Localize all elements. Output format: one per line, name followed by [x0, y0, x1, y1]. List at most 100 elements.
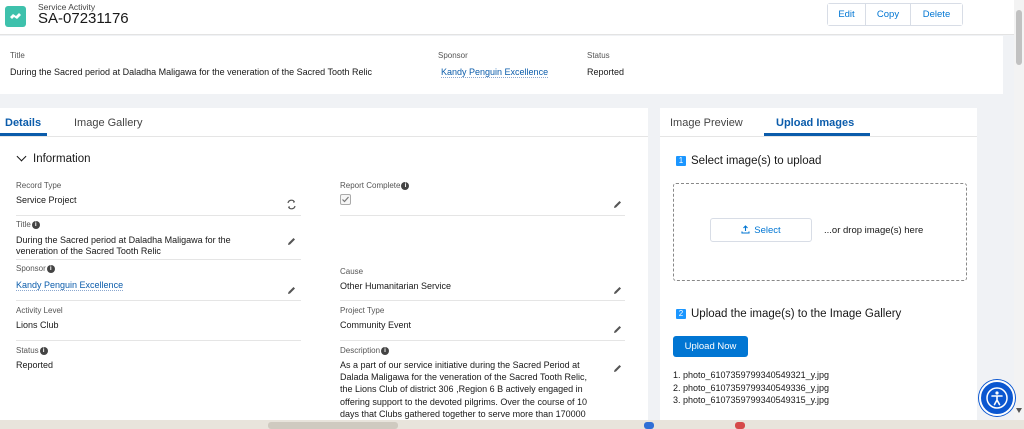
- status-value: Reported: [16, 360, 54, 370]
- description-label-text: Description: [340, 346, 381, 355]
- tab-image-preview[interactable]: Image Preview: [670, 117, 743, 129]
- edit-button[interactable]: Edit: [828, 4, 866, 25]
- tab-image-gallery[interactable]: Image Gallery: [74, 117, 142, 129]
- sponsor-label: Sponsor i: [16, 264, 55, 273]
- info-icon: i: [381, 347, 390, 355]
- status-label-text: Status: [16, 346, 39, 355]
- info-icon: i: [39, 347, 48, 355]
- description-line: offering support to the devoted pilgrims…: [340, 396, 587, 407]
- step-number: 2: [676, 309, 686, 319]
- pencil-icon[interactable]: [612, 324, 623, 335]
- page-scrollbar[interactable]: [1014, 0, 1024, 420]
- image-upload-panel: Image Preview Upload Images 1 Select imag…: [660, 108, 977, 429]
- tab-details[interactable]: Details: [5, 117, 41, 129]
- select-label: Select: [754, 224, 781, 236]
- field-divider: [340, 340, 625, 341]
- info-icon: i: [46, 265, 55, 273]
- project-type-value: Community Event: [340, 320, 412, 330]
- highlight-sponsor-label: Sponsor: [438, 51, 468, 60]
- sponsor-label-text: Sponsor: [16, 264, 46, 273]
- record-type-value: Service Project: [16, 195, 77, 205]
- description-line: the Lions Club of district 306 ,Region 6…: [340, 384, 583, 395]
- cause-label: Cause: [340, 267, 364, 276]
- report-complete-text: Report Complete: [340, 181, 401, 190]
- description-line: days that Clubs gathered together to ser…: [340, 408, 586, 419]
- tab-upload-images[interactable]: Upload Images: [776, 117, 854, 129]
- list-item: 1. photo_6107359799340549321_y.jpg: [673, 370, 829, 380]
- active-tab-indicator: [0, 133, 47, 136]
- details-panel: Details Image Gallery Information Record…: [0, 108, 648, 429]
- active-tab-indicator: [764, 133, 870, 136]
- info-icon: i: [401, 182, 410, 190]
- record-name: SA-07231176: [38, 10, 129, 27]
- project-type-label: Project Type: [340, 306, 385, 315]
- title-label-text: Title: [16, 220, 31, 229]
- pencil-icon[interactable]: [286, 285, 297, 296]
- title-label: Title i: [16, 220, 40, 229]
- cause-value: Other Humanitarian Service: [340, 281, 452, 291]
- report-complete-label: Report Complete i: [340, 181, 410, 190]
- field-divider: [16, 259, 301, 260]
- chevron-down-icon: [16, 151, 27, 162]
- taskbar-search[interactable]: [268, 422, 398, 429]
- header-button-group: Edit Copy Delete: [827, 3, 963, 26]
- highlight-status-value: Reported: [587, 67, 625, 77]
- information-section-header[interactable]: Information: [16, 151, 91, 165]
- field-divider: [340, 300, 625, 301]
- field-divider: [16, 340, 301, 341]
- step-number: 1: [676, 156, 686, 166]
- details-tabs: Details Image Gallery: [0, 108, 648, 137]
- highlight-sponsor-link[interactable]: Kandy Penguin Excellence: [441, 67, 549, 78]
- description-value: As a part of our service initiative duri…: [340, 359, 587, 420]
- accessibility-icon: [986, 387, 1008, 409]
- activity-level-value: Lions Club: [16, 320, 59, 330]
- os-taskbar: [0, 420, 1024, 429]
- image-drop-zone[interactable]: Select ...or drop image(s) here: [673, 183, 967, 281]
- taskbar-app-icon[interactable]: [735, 422, 745, 429]
- pencil-icon[interactable]: [286, 236, 297, 247]
- pencil-icon[interactable]: [612, 199, 623, 210]
- refresh-icon[interactable]: [286, 199, 297, 210]
- select-images-button[interactable]: Select: [710, 218, 812, 242]
- highlight-title-label: Title: [10, 51, 25, 60]
- step-2-text: Upload the image(s) to the Image Gallery: [691, 308, 902, 320]
- list-item: 2. photo_6107359799340549336_y.jpg: [673, 382, 829, 393]
- info-icon: i: [31, 221, 40, 229]
- delete-button[interactable]: Delete: [911, 4, 962, 25]
- pencil-icon[interactable]: [612, 285, 623, 296]
- field-divider: [16, 300, 301, 301]
- upload-icon: [741, 224, 750, 234]
- step-1-text: Select image(s) to upload: [691, 155, 822, 167]
- title-value: During the Sacred period at Daladha Mali…: [16, 235, 231, 257]
- record-header: Service Activity SA-07231176 Edit Copy D…: [0, 0, 1014, 35]
- step-2-heading: 2 Upload the image(s) to the Image Galler…: [676, 308, 901, 320]
- service-activity-icon: [5, 6, 26, 27]
- file-list: 1. photo_6107359799340549321_y.jpg 2. ph…: [673, 369, 829, 407]
- field-divider: [340, 215, 625, 216]
- title-value-line: veneration of the Sacred Tooth Relic: [16, 246, 161, 256]
- image-tabs: Image Preview Upload Images: [660, 108, 977, 137]
- copy-button[interactable]: Copy: [866, 4, 911, 25]
- report-complete-checkbox: [340, 194, 351, 205]
- accessibility-button[interactable]: [979, 380, 1015, 416]
- status-label: Status i: [16, 346, 48, 355]
- highlight-status-label: Status: [587, 51, 610, 60]
- title-value-line: During the Sacred period at Daladha Mali…: [16, 235, 231, 245]
- description-label: Description i: [340, 346, 390, 355]
- pencil-icon[interactable]: [612, 363, 623, 374]
- scroll-down-arrow[interactable]: [1016, 408, 1022, 413]
- scrollbar-thumb[interactable]: [1016, 10, 1022, 65]
- description-line: Dalada Maligawa for the veneration of th…: [340, 372, 587, 383]
- checkmark-icon: [342, 196, 349, 203]
- activity-level-label: Activity Level: [16, 306, 63, 315]
- description-line: As a part of our service initiative duri…: [340, 360, 580, 370]
- list-item: 3. photo_6107359799340549315_y.jpg: [673, 395, 829, 405]
- highlight-title-value: During the Sacred period at Daladha Mali…: [10, 67, 373, 77]
- field-divider: [16, 215, 301, 216]
- highlights-panel: Title During the Sacred period at Daladh…: [0, 36, 1003, 94]
- section-title: Information: [33, 153, 91, 165]
- upload-now-button[interactable]: Upload Now: [673, 336, 748, 357]
- sponsor-link[interactable]: Kandy Penguin Excellence: [16, 280, 124, 291]
- record-type-label: Record Type: [16, 181, 62, 190]
- taskbar-app-icon[interactable]: [644, 422, 654, 429]
